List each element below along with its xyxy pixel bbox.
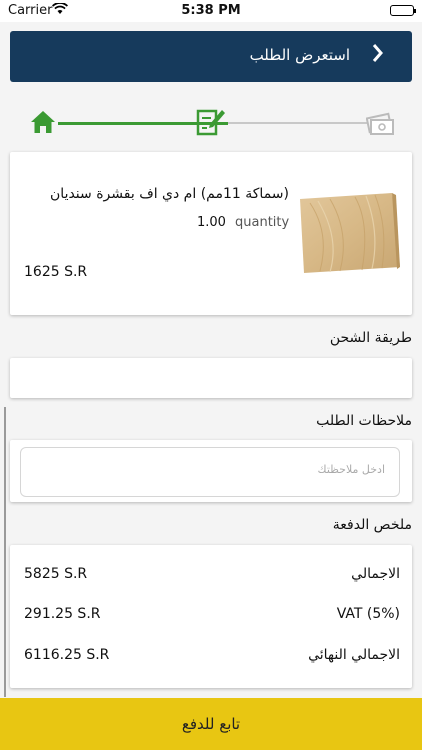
progress-line-pending — [228, 122, 368, 124]
order-review-header: استعرض الطلب — [10, 31, 412, 82]
quantity-label: quantity — [235, 215, 290, 230]
summary-label: VAT (5%) — [336, 606, 400, 622]
product-image — [300, 193, 400, 273]
scroll-indicator — [4, 407, 6, 697]
battery-icon — [390, 5, 416, 16]
quantity-value: 1.00 — [197, 215, 226, 230]
summary-row-grand-total: 6116.25 S.R الاجمالي النهائي — [10, 647, 412, 667]
order-notes-label: ملاحظات الطلب — [316, 413, 412, 429]
summary-value: 6116.25 S.R — [24, 647, 110, 663]
proceed-to-payment-button[interactable]: تابع للدفع — [0, 698, 422, 750]
shipping-method-selector[interactable] — [10, 358, 412, 398]
order-notes-input[interactable] — [20, 447, 400, 497]
edit-form-icon — [196, 108, 226, 140]
payment-summary-label: ملخص الدفعة — [332, 517, 412, 533]
product-price: 1625 S.R — [24, 264, 88, 280]
status-bar: Carrier 5:38 PM — [0, 0, 422, 22]
chevron-right-icon[interactable] — [372, 43, 384, 68]
page-title: استعرض الطلب — [249, 46, 350, 64]
shipping-method-label: طريقة الشحن — [329, 330, 412, 346]
payment-icon — [365, 110, 394, 140]
order-notes-card — [10, 440, 412, 502]
summary-row-total: 5825 S.R الاجمالي — [10, 566, 412, 586]
summary-value: 5825 S.R — [24, 566, 88, 582]
product-card[interactable]: (سماكة 11مم) ام دي اف بقشرة سنديان 1.00 … — [10, 152, 412, 315]
summary-label: الاجمالي النهائي — [308, 647, 400, 663]
checkout-steps — [30, 108, 394, 140]
clock: 5:38 PM — [181, 3, 241, 18]
summary-row-vat: 291.25 S.R VAT (5%) — [10, 606, 412, 626]
home-icon — [30, 110, 56, 138]
product-name: (سماكة 11مم) ام دي اف بقشرة سنديان — [50, 186, 289, 202]
summary-label: الاجمالي — [351, 566, 400, 582]
summary-value: 291.25 S.R — [24, 606, 101, 622]
payment-summary-card: 5825 S.R الاجمالي 291.25 S.R VAT (5%) 61… — [10, 545, 412, 688]
